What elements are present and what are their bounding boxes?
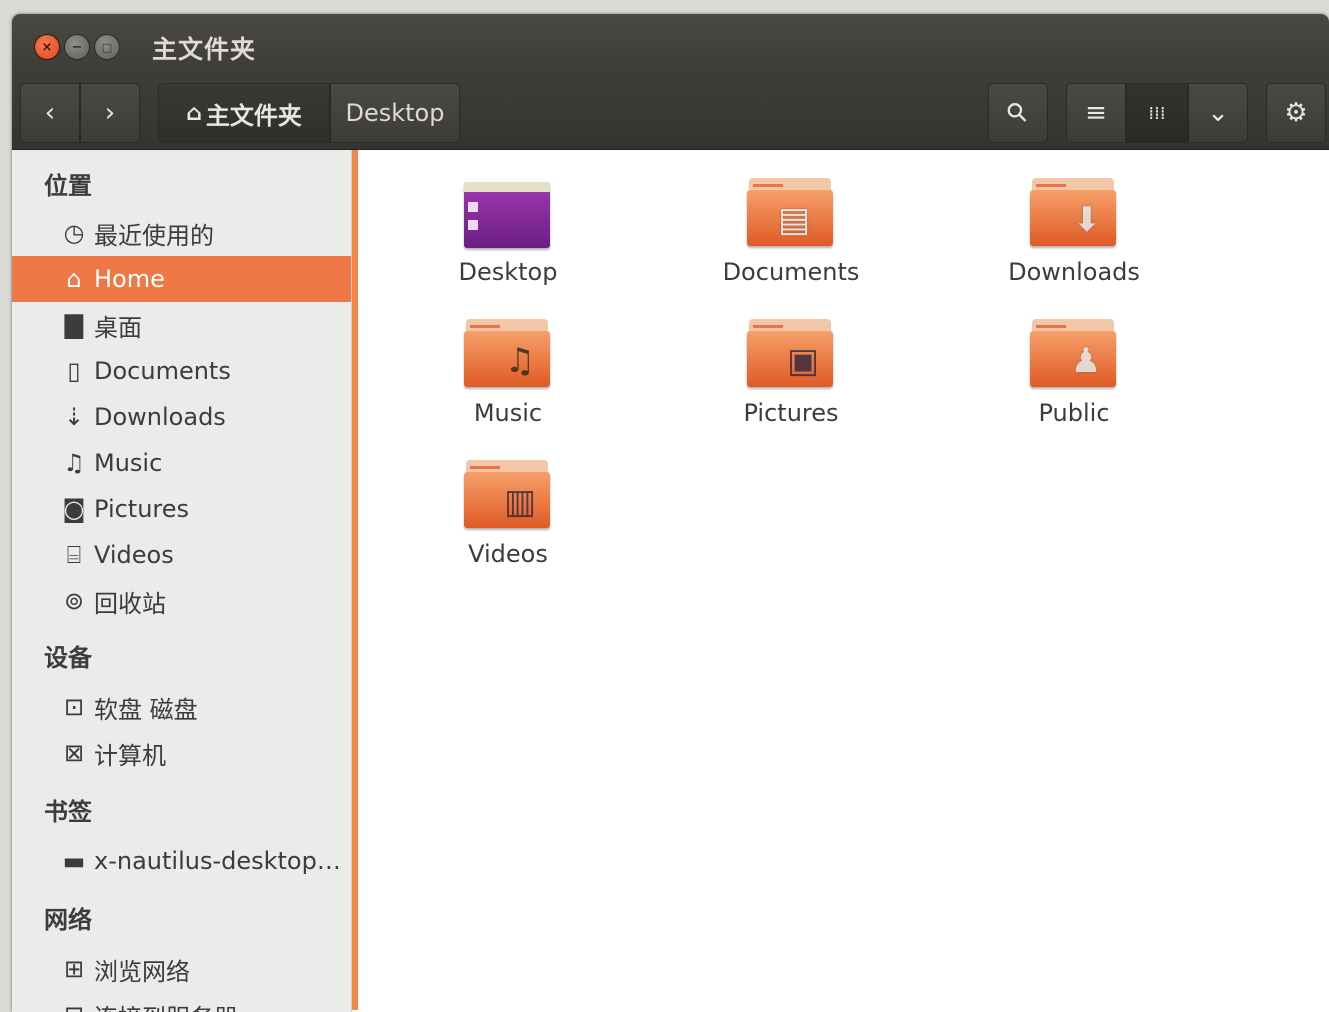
back-button[interactable]: ‹ <box>20 83 80 143</box>
maximize-window-button[interactable]: □ <box>94 34 120 60</box>
file-name: Public <box>1038 399 1110 427</box>
toolbar: ‹ › ⌂ 主文件夹 Desktop ⚲ ≡ ⁞⁞⁞ ⌄ ⚙ <box>12 78 1329 150</box>
search-button[interactable]: ⚲ <box>988 83 1048 143</box>
floppy-icon: ⊡ <box>63 693 85 721</box>
downloads-folder-icon: ⬇ <box>1030 176 1118 252</box>
gear-icon: ⚙ <box>1284 98 1308 128</box>
chevron-down-icon: ⌄ <box>1207 98 1229 128</box>
breadcrumb-home-label: 主文件夹 <box>205 101 302 130</box>
grid-icon: ⁞⁞⁞ <box>1148 102 1166 124</box>
sidebar-item-desktop[interactable]: ▇ 桌面 <box>12 302 351 348</box>
file-item-documents[interactable]: ▤ Documents <box>681 176 901 306</box>
trash-icon: ⊚ <box>63 587 85 615</box>
breadcrumb-home-button[interactable]: ⌂ 主文件夹 <box>158 83 330 143</box>
sidebar-item-connect-server[interactable]: ⊟连接到服务器 <box>12 992 351 1012</box>
file-view: Desktop ▤ Documents ⬇ Downloads ♫ Music <box>358 150 1329 1012</box>
file-item-public[interactable]: ♟ Public <box>964 317 1184 447</box>
sidebar: 位置 ◷ 最近使用的 ⌂ Home ▇ 桌面 ▯ Documents ⇣ Download… <box>12 150 352 1012</box>
breadcrumb-desktop-button[interactable]: Desktop <box>330 83 460 143</box>
desktop-icon: ▬ <box>62 847 86 875</box>
chevron-right-icon: › <box>104 98 116 128</box>
file-name: Videos <box>468 540 548 568</box>
file-item-videos[interactable]: ▥ Videos <box>398 458 618 588</box>
camera-icon: ◙ <box>62 495 86 523</box>
sidebar-item-home[interactable]: ⌂ Home <box>12 256 351 302</box>
sidebar-item-label: Videos <box>94 541 174 569</box>
file-item-music[interactable]: ♫ Music <box>398 317 618 447</box>
window-title: 主文件夹 <box>152 35 257 64</box>
sidebar-item-computer[interactable]: ⊠ 计算机 <box>12 730 351 776</box>
sidebar-item-label: 计算机 <box>94 741 166 770</box>
computer-icon: ⊠ <box>63 739 85 767</box>
sidebar-item-browse-network[interactable]: ⊞ 浏览网络 <box>12 946 351 992</box>
settings-button[interactable]: ⚙ <box>1266 83 1326 143</box>
title-bar[interactable]: × − □ 主文件夹 <box>12 14 1329 78</box>
sidebar-section-bookmarks: 书签 <box>44 798 92 826</box>
sidebar-item-label: Documents <box>94 357 231 385</box>
sidebar-item-pictures[interactable]: ◙ Pictures <box>12 486 351 532</box>
document-icon: ▯ <box>67 357 81 385</box>
close-window-button[interactable]: × <box>34 34 60 60</box>
file-name: Pictures <box>743 399 839 427</box>
file-name: Desktop <box>458 258 558 286</box>
download-icon: ⇣ <box>63 403 85 431</box>
file-name: Documents <box>722 258 860 286</box>
maximize-icon: □ <box>101 40 113 54</box>
sidebar-item-label: 连接到服务器 <box>94 998 238 1012</box>
sidebar-item-label: x-nautilus-desktop… <box>94 847 341 875</box>
pictures-folder-icon: ▣ <box>747 317 835 393</box>
chevron-left-icon: ‹ <box>44 98 56 128</box>
grid-view-button[interactable]: ⁞⁞⁞ <box>1126 83 1188 143</box>
network-icon: ⊞ <box>63 955 85 983</box>
file-item-desktop[interactable]: Desktop <box>398 176 618 306</box>
sidebar-item-label: 桌面 <box>94 313 142 342</box>
sidebar-section-devices: 设备 <box>44 644 92 672</box>
file-manager-window: × − □ 主文件夹 ‹ › ⌂ 主文件夹 Desktop ⚲ ≡ ⁞⁞⁞ ⌄ … <box>12 14 1329 1012</box>
sidebar-item-label: 最近使用的 <box>94 221 214 250</box>
minimize-window-button[interactable]: − <box>64 34 90 60</box>
sidebar-item-bookmark[interactable]: ▬ x-nautilus-desktop… <box>12 838 351 884</box>
documents-folder-icon: ▤ <box>747 176 835 252</box>
film-icon: ⌸ <box>66 541 82 569</box>
sidebar-item-label: 软盘 磁盘 <box>94 695 198 724</box>
music-folder-icon: ♫ <box>464 317 552 393</box>
file-name: Music <box>473 399 543 427</box>
file-item-downloads[interactable]: ⬇ Downloads <box>964 176 1184 306</box>
desktop-folder-icon <box>464 176 552 252</box>
minimize-icon: − <box>71 39 83 55</box>
home-icon: ⌂ <box>66 265 82 293</box>
sidebar-item-label: Pictures <box>94 495 190 523</box>
sidebar-item-documents[interactable]: ▯ Documents <box>12 348 351 394</box>
list-icon: ≡ <box>1085 98 1107 128</box>
view-options-dropdown[interactable]: ⌄ <box>1188 83 1248 143</box>
sidebar-item-videos[interactable]: ⌸ Videos <box>12 532 351 578</box>
sidebar-item-floppy[interactable]: ⊡ 软盘 磁盘 <box>12 684 351 730</box>
sidebar-item-recent[interactable]: ◷ 最近使用的 <box>12 210 351 256</box>
sidebar-item-label: Home <box>94 265 165 293</box>
forward-button[interactable]: › <box>80 83 140 143</box>
server-icon: ⊟ <box>56 1003 92 1012</box>
search-icon: ⚲ <box>1000 95 1036 131</box>
folder-icon: ▇ <box>64 311 84 339</box>
videos-folder-icon: ▥ <box>464 458 552 534</box>
sidebar-item-downloads[interactable]: ⇣ Downloads <box>12 394 351 440</box>
home-icon: ⌂ <box>186 100 202 126</box>
clock-icon: ◷ <box>63 219 85 247</box>
sidebar-item-trash[interactable]: ⊚ 回收站 <box>12 578 351 624</box>
breadcrumb-desktop-label: Desktop <box>345 99 445 127</box>
public-folder-icon: ♟ <box>1030 317 1118 393</box>
file-item-pictures[interactable]: ▣ Pictures <box>681 317 901 447</box>
file-name: Downloads <box>1008 258 1140 286</box>
sidebar-item-label: 浏览网络 <box>94 957 190 986</box>
close-icon: × <box>41 39 53 55</box>
sidebar-item-music[interactable]: ♫ Music <box>12 440 351 486</box>
list-view-button[interactable]: ≡ <box>1066 83 1126 143</box>
music-icon: ♫ <box>63 449 85 477</box>
sidebar-item-label: Downloads <box>94 403 226 431</box>
sidebar-section-places: 位置 <box>44 172 92 200</box>
sidebar-section-network: 网络 <box>44 906 92 934</box>
sidebar-item-label: Music <box>94 449 163 477</box>
sidebar-item-label: 回收站 <box>94 589 166 618</box>
